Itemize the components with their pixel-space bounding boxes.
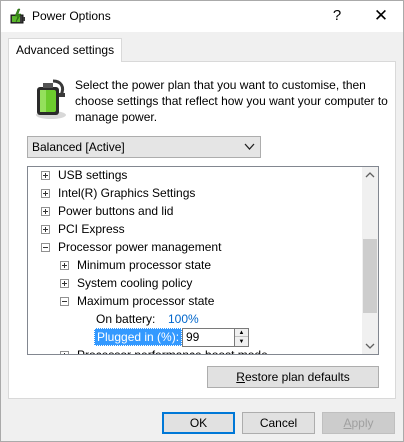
plugged-in-spinner[interactable]: ▲ ▼ <box>235 328 249 347</box>
expand-icon[interactable] <box>41 225 50 234</box>
restore-plan-defaults-button[interactable]: Restore plan defaults <box>207 366 379 388</box>
on-battery-value[interactable]: 100% <box>168 310 199 328</box>
tree-item-pci-express[interactable]: PCI Express <box>28 220 362 238</box>
tree-item-power-buttons[interactable]: Power buttons and lid <box>28 202 362 220</box>
title-bar: Power Options ? ✕ <box>1 1 403 32</box>
collapse-icon[interactable] <box>60 297 69 306</box>
scroll-down-icon[interactable] <box>362 338 378 354</box>
expand-icon[interactable] <box>60 279 69 288</box>
advanced-settings-panel: Select the power plan that you want to c… <box>8 61 396 399</box>
tree-item-usb-settings[interactable]: USB settings <box>28 167 362 184</box>
tree-item-processor-power-management[interactable]: Processor power management <box>28 238 362 256</box>
tree-item-minimum-processor-state[interactable]: Minimum processor state <box>28 256 362 274</box>
collapse-icon[interactable] <box>41 243 50 252</box>
cancel-button[interactable]: Cancel <box>242 412 315 434</box>
expand-icon[interactable] <box>41 189 50 198</box>
power-plan-select[interactable]: Balanced [Active] <box>27 136 261 158</box>
vertical-scrollbar[interactable] <box>362 167 378 354</box>
description-text: Select the power plan that you want to c… <box>75 78 388 124</box>
setting-on-battery[interactable]: On battery: 100% <box>28 310 362 328</box>
scroll-up-icon[interactable] <box>362 167 378 183</box>
restore-accel: R <box>236 370 245 384</box>
expand-icon[interactable] <box>41 171 50 180</box>
settings-tree[interactable]: USB settings Intel(R) Graphics Settings … <box>27 166 379 355</box>
window-title: Power Options <box>32 9 111 23</box>
settings-tree-content: USB settings Intel(R) Graphics Settings … <box>28 167 362 354</box>
tree-item-system-cooling-policy[interactable]: System cooling policy <box>28 274 362 292</box>
setting-plugged-in[interactable]: Plugged in (%): 99 ▲ ▼ <box>28 327 362 347</box>
apply-button[interactable]: Apply <box>322 412 395 434</box>
plugged-in-input[interactable]: 99 <box>182 328 235 347</box>
tree-item-intel-graphics[interactable]: Intel(R) Graphics Settings <box>28 184 362 202</box>
tree-item-processor-performance-boost[interactable]: Processor performance boost mode <box>28 346 362 354</box>
power-options-icon <box>10 8 25 24</box>
ok-button[interactable]: OK <box>162 412 235 434</box>
apply-accel: A <box>343 416 352 430</box>
tree-item-maximum-processor-state[interactable]: Maximum processor state <box>28 292 362 310</box>
tab-advanced-settings[interactable]: Advanced settings <box>8 38 123 62</box>
close-button[interactable]: ✕ <box>359 1 403 31</box>
apply-label-rest: pply <box>351 416 374 430</box>
scroll-thumb[interactable] <box>363 239 377 313</box>
expand-icon[interactable] <box>60 351 69 354</box>
help-button[interactable]: ? <box>315 1 359 31</box>
battery-icon <box>36 79 66 119</box>
plugged-in-label: Plugged in (%): <box>94 328 183 346</box>
spin-down-icon[interactable]: ▼ <box>235 338 248 346</box>
chevron-down-icon <box>242 137 256 157</box>
expand-icon[interactable] <box>41 207 50 216</box>
restore-label-rest: estore plan defaults <box>244 370 350 384</box>
expand-icon[interactable] <box>60 261 69 270</box>
spin-up-icon[interactable]: ▲ <box>235 329 248 337</box>
power-plan-value: Balanced [Active] <box>32 140 125 154</box>
power-options-window: Power Options ? ✕ Advanced settings Sele… <box>0 0 404 442</box>
